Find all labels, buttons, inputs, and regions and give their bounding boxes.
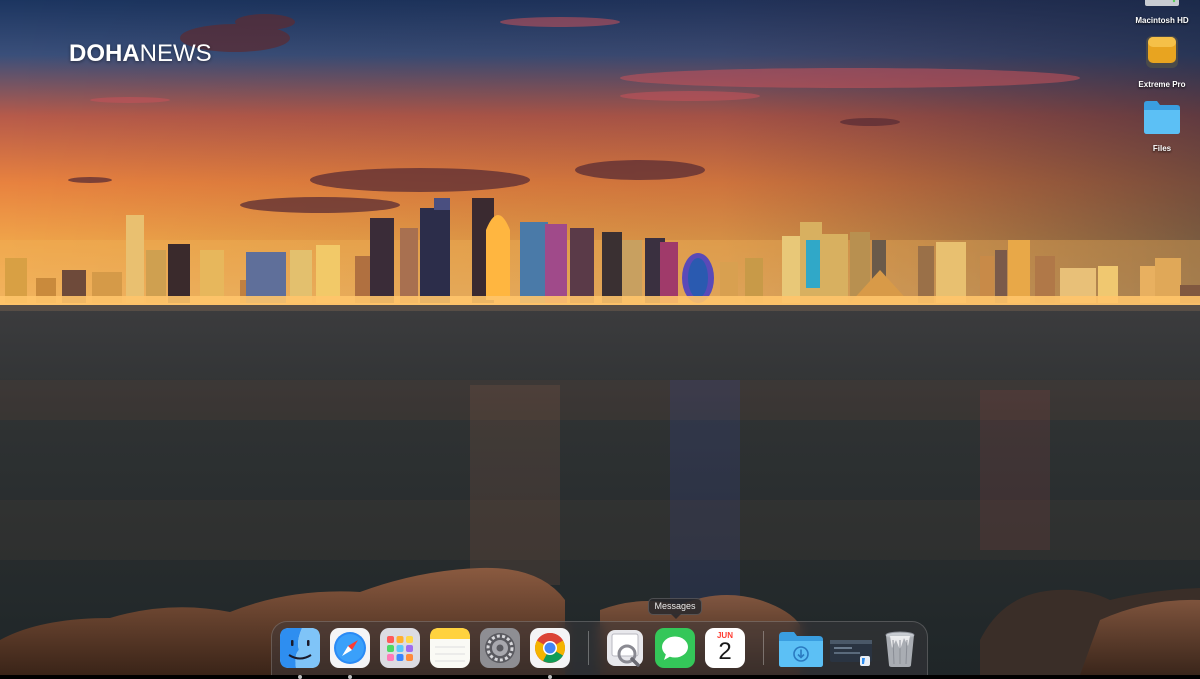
- drive-icon: [1145, 0, 1179, 6]
- dock-item-finder[interactable]: [280, 628, 320, 679]
- desktop-icon-extreme-pro[interactable]: Extreme Pro: [1127, 32, 1197, 89]
- desktop-icon-macintosh-hd[interactable]: Macintosh HD: [1127, 0, 1197, 25]
- dock-item-preview[interactable]: [605, 628, 645, 668]
- system-settings-icon: [480, 628, 520, 668]
- dock-item-notes[interactable]: [430, 628, 470, 668]
- brand-part-2: NEWS: [139, 40, 212, 67]
- running-indicator: [548, 675, 552, 679]
- dock-item-launchpad[interactable]: [380, 628, 420, 668]
- dock-item-trash[interactable]: [880, 628, 920, 668]
- preview-icon: [607, 630, 643, 667]
- external-drive-icon: [1146, 36, 1178, 68]
- dock-item-system-settings[interactable]: [480, 628, 520, 668]
- dock-item-downloads[interactable]: [778, 628, 823, 668]
- dock-item-safari[interactable]: [330, 628, 370, 679]
- running-indicator: [298, 675, 302, 679]
- dock-separator: [588, 631, 589, 665]
- messages-icon: [655, 628, 695, 668]
- dock-separator: [763, 631, 764, 665]
- dock-item-calendar[interactable]: JUN 2: [705, 628, 745, 668]
- dock-tooltip: Messages: [648, 598, 702, 619]
- desktop-icon-label: Extreme Pro: [1138, 80, 1186, 89]
- downloads-folder-icon: [779, 632, 823, 667]
- desktop-wallpaper: [0, 0, 1200, 675]
- running-indicator: [348, 675, 352, 679]
- trash-icon: [885, 631, 915, 667]
- safari-icon: [330, 628, 370, 668]
- desktop-icon-files[interactable]: Files: [1127, 98, 1197, 153]
- dock-item-chrome[interactable]: [530, 628, 570, 679]
- launchpad-icon: [380, 628, 420, 668]
- brand-part-1: DOHA: [69, 40, 140, 67]
- dock-item-messages[interactable]: [655, 628, 695, 668]
- dock: JUN 2: [271, 621, 928, 679]
- notes-icon: [430, 628, 470, 668]
- minimized-window-icon: [830, 640, 872, 666]
- desktop-icon-label: Macintosh HD: [1135, 16, 1189, 25]
- finder-icon: [280, 628, 320, 668]
- doha-news-logo: DOHANEWS: [69, 42, 212, 66]
- calendar-day: 2: [718, 638, 732, 665]
- folder-icon: [1144, 101, 1180, 134]
- chrome-icon: [530, 628, 570, 668]
- dock-item-minimized-window[interactable]: [828, 628, 874, 668]
- desktop-icon-label: Files: [1152, 144, 1172, 153]
